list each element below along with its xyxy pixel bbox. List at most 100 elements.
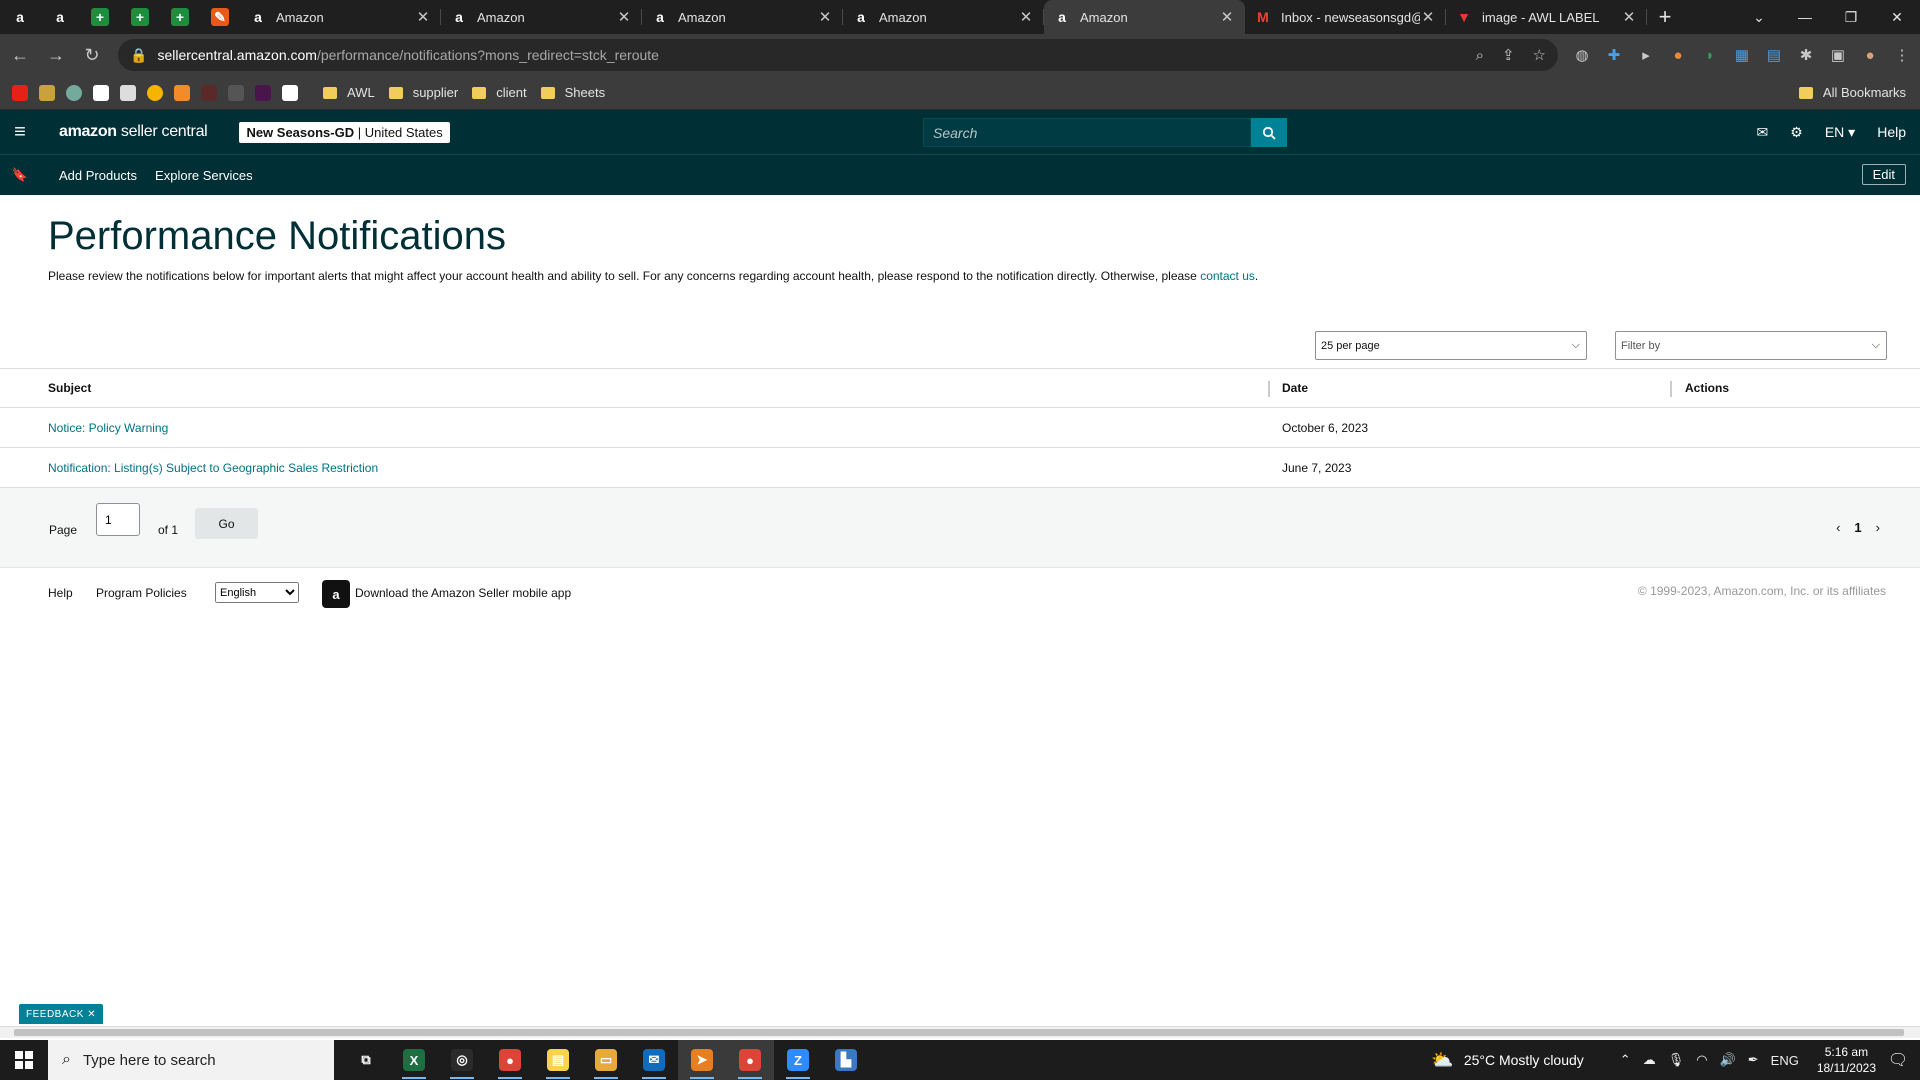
mail-icon[interactable]: ✉ [1757, 124, 1769, 141]
per-page-select[interactable]: 25 per page ⌵ [1315, 331, 1587, 360]
seller-central-logo[interactable]: amazon seller central [59, 123, 208, 141]
bookmark-folder[interactable]: Sheets [540, 85, 605, 100]
language-selector[interactable]: EN ▾ [1825, 124, 1855, 141]
chatgpt-icon[interactable] [66, 84, 82, 101]
horizontal-scrollbar[interactable] [0, 1026, 1920, 1038]
hamburger-menu-icon[interactable]: ≡ [0, 110, 40, 154]
sun-icon[interactable] [147, 84, 163, 101]
taskbar-app[interactable]: X [390, 1040, 438, 1080]
bookmark-icon[interactable] [201, 84, 217, 101]
scrollbar-thumb[interactable] [14, 1029, 1904, 1036]
taskbar-app[interactable]: ▤ [534, 1040, 582, 1080]
weather-widget[interactable]: ⛅ 25°C Mostly cloudy [1431, 1050, 1583, 1071]
clock[interactable]: 5:16 am 18/11/2023 [1817, 1044, 1876, 1076]
program-policies-link[interactable]: Program Policies [96, 586, 187, 600]
bookmark-icon[interactable] [39, 84, 55, 101]
bookmark-folder[interactable]: supplier [388, 85, 458, 100]
browser-tab[interactable]: a Amazon ✕ [642, 0, 843, 34]
zoom-icon[interactable]: ⌕ [1476, 47, 1484, 64]
youtube-icon[interactable] [12, 84, 28, 101]
microphone-icon[interactable]: 🎙 [1668, 1052, 1685, 1068]
amazon-app-icon[interactable]: a [322, 580, 350, 608]
add-products-link[interactable]: Add Products [59, 168, 137, 183]
volume-icon[interactable]: 🔊 [1720, 1052, 1736, 1068]
lock-icon[interactable]: 🔒 [130, 47, 147, 64]
input-language[interactable]: ENG [1771, 1053, 1799, 1068]
minimize-button[interactable]: — [1782, 0, 1828, 34]
extension-icon[interactable]: ▦ [1726, 46, 1758, 64]
close-tab-icon[interactable]: ✕ [1420, 8, 1436, 26]
pen-icon[interactable]: ✒ [1748, 1052, 1759, 1068]
explore-services-link[interactable]: Explore Services [155, 168, 253, 183]
pinned-tab[interactable]: a [0, 0, 40, 34]
chevron-up-icon[interactable]: ⌃ [1620, 1052, 1631, 1068]
browser-tab[interactable]: a Amazon ✕ [240, 0, 441, 34]
feedback-button[interactable]: FEEDBACK ✕ [19, 1004, 104, 1024]
extension-icon[interactable]: ◗ [1694, 47, 1726, 64]
menu-kebab-icon[interactable]: ⋮ [1886, 46, 1918, 64]
search-button[interactable] [1251, 118, 1287, 147]
star-icon[interactable]: ☆ [1533, 46, 1546, 64]
taskbar-app[interactable]: ● [486, 1040, 534, 1080]
bookmark-icon[interactable] [174, 84, 190, 101]
pinned-tab[interactable]: + [80, 0, 120, 34]
bookmark-folder[interactable]: AWL [323, 85, 375, 100]
taskbar-app[interactable]: ● [726, 1040, 774, 1080]
pinned-tab[interactable]: + [160, 0, 200, 34]
profile-avatar[interactable]: ● [1854, 47, 1886, 64]
help-link[interactable]: Help [1877, 124, 1906, 140]
extension-icon[interactable]: ◍ [1566, 46, 1598, 64]
current-page-number[interactable]: 1 [1854, 520, 1861, 535]
settings-gear-icon[interactable]: ⚙ [1790, 124, 1803, 141]
tab-search-icon[interactable]: ⌄ [1736, 0, 1782, 34]
side-panel-icon[interactable]: ▣ [1822, 46, 1854, 64]
browser-tab[interactable]: ▼ image - AWL LABEL ✕ [1446, 0, 1647, 34]
account-switcher[interactable]: New Seasons-GD | United States [239, 121, 450, 143]
browser-tab[interactable]: M Inbox - newseasonsgd@ ✕ [1245, 0, 1446, 34]
taskbar-app[interactable]: Z [774, 1040, 822, 1080]
start-button[interactable] [0, 1040, 48, 1080]
close-tab-icon[interactable]: ✕ [1621, 8, 1637, 26]
wifi-icon[interactable]: ◠ [1696, 1052, 1707, 1068]
search-input[interactable] [923, 118, 1251, 147]
go-button[interactable]: Go [195, 508, 258, 539]
language-dropdown[interactable]: English [215, 582, 299, 603]
close-window-button[interactable]: ✕ [1874, 0, 1920, 34]
reload-button[interactable]: ↻ [76, 39, 108, 71]
extension-icon[interactable]: ● [1662, 47, 1694, 64]
back-button[interactable]: ← [4, 39, 36, 71]
taskbar-app[interactable]: ⧉ [342, 1040, 390, 1080]
taskbar-app[interactable]: ▙ [822, 1040, 870, 1080]
extension-icon[interactable]: ▸ [1630, 46, 1662, 64]
close-icon[interactable]: ✕ [87, 1009, 96, 1020]
bookmark-folder[interactable]: client [472, 85, 527, 100]
bookmark-icon[interactable] [228, 84, 244, 101]
bookmark-nav-icon[interactable]: 🔖 [0, 167, 40, 183]
address-bar[interactable]: 🔒 sellercentral.amazon.com /performance/… [118, 39, 1558, 71]
woocommerce-icon[interactable] [93, 84, 109, 101]
footer-help-link[interactable]: Help [48, 586, 73, 600]
taskbar-app[interactable]: ➤ [678, 1040, 726, 1080]
close-tab-icon[interactable]: ✕ [817, 8, 833, 26]
taskbar-app[interactable]: ▭ [582, 1040, 630, 1080]
new-tab-button[interactable]: + [1647, 4, 1683, 30]
taskbar-app[interactable]: ◎ [438, 1040, 486, 1080]
page-number-input[interactable] [96, 503, 140, 536]
taskbar-search[interactable]: ⌕ Type here to search [48, 1040, 334, 1080]
notification-subject-link[interactable]: Notification: Listing(s) Subject to Geog… [48, 461, 378, 475]
restore-button[interactable]: ❐ [1828, 0, 1874, 34]
extension-icon[interactable]: ✚ [1598, 46, 1630, 64]
close-tab-icon[interactable]: ✕ [616, 8, 632, 26]
edit-button[interactable]: Edit [1861, 164, 1906, 185]
chevron-left-icon[interactable]: ‹ [1836, 520, 1840, 535]
close-tab-icon[interactable]: ✕ [1018, 8, 1034, 26]
column-divider[interactable] [1670, 381, 1672, 397]
browser-tab[interactable]: a Amazon ✕ [843, 0, 1044, 34]
notification-subject-link[interactable]: Notice: Policy Warning [48, 421, 168, 435]
column-divider[interactable] [1268, 381, 1270, 397]
notification-icon[interactable]: 🗨 [1876, 1050, 1920, 1070]
filter-by-select[interactable]: Filter by ⌵ [1615, 331, 1887, 360]
forward-button[interactable]: → [40, 39, 72, 71]
extension-icon[interactable]: ▤ [1758, 46, 1790, 64]
pinned-tab[interactable]: a [40, 0, 80, 34]
